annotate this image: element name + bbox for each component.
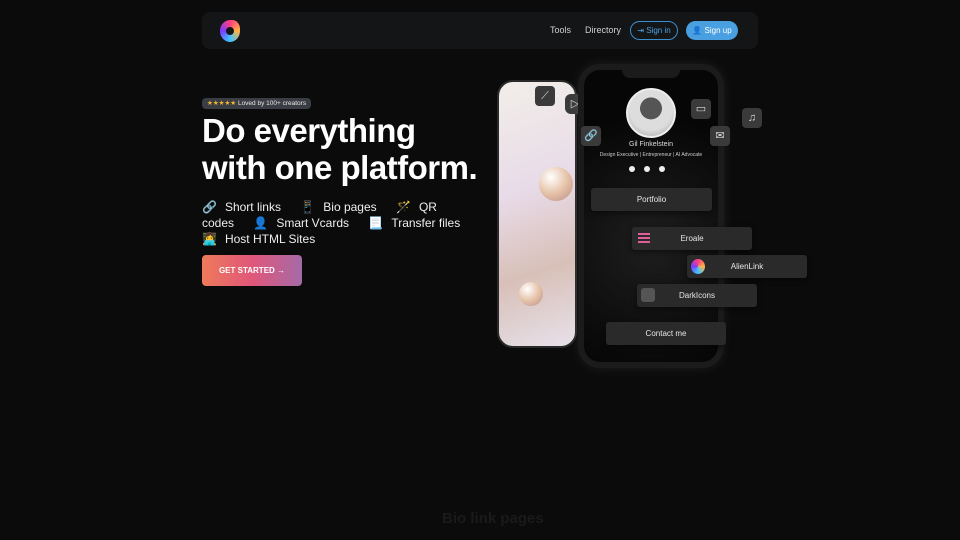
- stars-icon: ★★★★★: [207, 100, 237, 107]
- sphere-image: [519, 282, 543, 306]
- feature-item: 👤 Smart Vcards: [253, 216, 350, 230]
- hero-title: Do everything with one platform.: [202, 112, 478, 186]
- darkicons-icon: [641, 288, 655, 302]
- feature-item: 📃 Transfer files: [368, 216, 461, 230]
- badge-text: Loved by 100+ creators: [237, 100, 307, 107]
- link-contact[interactable]: Contact me: [606, 322, 726, 345]
- alienlink-icon: [691, 259, 705, 274]
- eroale-icon: [638, 233, 650, 244]
- profile-title: Design Executive | Entrepreneur | AI Adv…: [599, 152, 703, 158]
- facebook-icon[interactable]: [629, 166, 635, 172]
- navbar: Tools Directory ⇥ Sign in 👤 Sign up: [202, 12, 758, 49]
- link-eroale[interactable]: Eroale: [632, 227, 752, 250]
- linkedin-icon[interactable]: [659, 166, 665, 172]
- sign-up-button[interactable]: 👤 Sign up: [686, 21, 738, 40]
- profile-avatar: [626, 88, 676, 138]
- feature-item: 🔗 Short links: [202, 200, 281, 214]
- rating-badge: ★★★★★ Loved by 100+ creators: [202, 98, 312, 109]
- instagram-icon[interactable]: [644, 166, 650, 172]
- music-icon: ♫: [742, 108, 762, 128]
- feature-list: 🔗 Short links 📱 Bio pages 🪄 QR codes 👤 Smart…: [202, 199, 477, 247]
- sign-up-label: Sign up: [704, 26, 732, 35]
- logo[interactable]: [220, 20, 240, 42]
- profile-name: Gil Finkelstein: [629, 141, 673, 148]
- screen-icon: ▭: [691, 99, 711, 119]
- get-started-button[interactable]: GET STARTED →: [202, 255, 302, 286]
- link-darkicons[interactable]: DarkIcons: [637, 284, 757, 307]
- feature-item: 📱 Bio pages: [300, 200, 377, 214]
- nav-directory[interactable]: Directory: [585, 25, 621, 35]
- link-alienlink[interactable]: AlienLink: [687, 255, 807, 278]
- sign-in-button[interactable]: ⇥ Sign in: [630, 21, 678, 40]
- sign-in-icon: ⇥: [637, 26, 647, 35]
- phone-mockup-back: [497, 80, 577, 348]
- mail-icon: ✉: [710, 126, 730, 146]
- user-plus-icon: 👤: [692, 26, 705, 35]
- chain-link-icon: 🔗: [581, 126, 601, 146]
- section-title: Bio link pages: [442, 510, 544, 527]
- social-icons: [629, 166, 665, 172]
- link-icon: ⟋: [535, 86, 555, 106]
- feature-item: 👩‍💻 Host HTML Sites: [202, 232, 316, 246]
- sign-in-label: Sign in: [646, 26, 671, 35]
- nav-tools[interactable]: Tools: [550, 25, 571, 35]
- sphere-image: [539, 167, 573, 201]
- link-portfolio[interactable]: Portfolio: [591, 188, 712, 211]
